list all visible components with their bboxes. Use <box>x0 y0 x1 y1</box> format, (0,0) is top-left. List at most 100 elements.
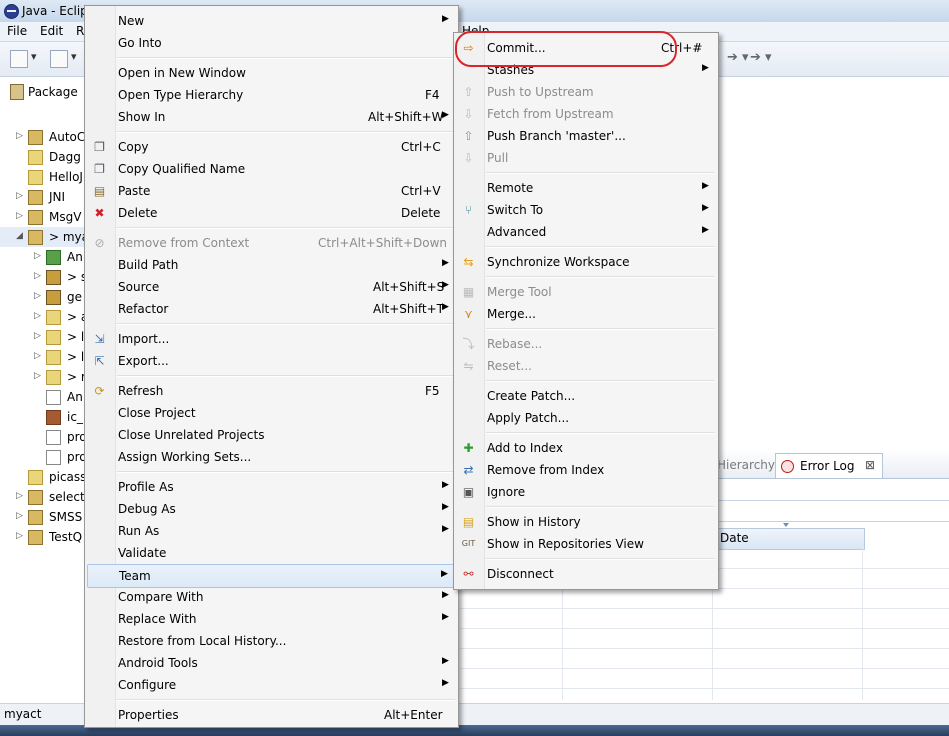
tree-row[interactable]: ▷ > a <box>0 307 88 327</box>
menu-item-add-to-index[interactable]: ✚ Add to Index <box>456 437 716 459</box>
menu-item-merge[interactable]: ⋎ Merge... <box>456 303 716 325</box>
package-explorer-icon <box>10 84 24 100</box>
remove-context-icon: ⊘ <box>94 236 105 250</box>
menu-item-create-patch[interactable]: Create Patch... <box>456 385 716 407</box>
tree-row[interactable]: ▷ > s <box>0 267 87 287</box>
tree-row[interactable]: ic_ <box>0 407 86 427</box>
menu-item-open-in-new-window[interactable]: Open in New Window <box>87 62 456 84</box>
menu-item-merge-tool[interactable]: ▦ Merge Tool <box>456 281 716 303</box>
tree-row[interactable]: ▷ select <box>0 487 86 507</box>
grid-line <box>460 648 949 649</box>
tree-row[interactable]: picass <box>0 467 86 487</box>
menu-item-android-tools[interactable]: Android Tools ▶ <box>87 652 456 674</box>
tree-row[interactable]: ▷ TestQ <box>0 527 86 547</box>
tree-row[interactable]: ▷ > r <box>0 367 86 387</box>
menu-item-reset[interactable]: ⇋ Reset... <box>456 355 716 377</box>
menu-item-show-in-repositories-view[interactable]: GIT Show in Repositories View <box>456 533 716 555</box>
menu-item-profile-as[interactable]: Profile As ▶ <box>87 476 456 498</box>
menu-item-show-in-history[interactable]: ▤ Show in History <box>456 511 716 533</box>
menu-edit[interactable]: Edit <box>40 24 63 38</box>
tree-row[interactable]: ▷ SMSS <box>0 507 86 527</box>
menu-item-configure[interactable]: Configure ▶ <box>87 674 456 696</box>
menu-item-import[interactable]: ⇲ Import... <box>87 328 456 350</box>
switch-branch-icon: ⑂ <box>464 203 473 217</box>
merge-icon: ⋎ <box>464 307 473 321</box>
menu-file[interactable]: File <box>7 24 27 38</box>
copy-qualified-icon: ❐ <box>94 162 105 176</box>
tree-row[interactable]: ▷ An <box>0 247 86 267</box>
tree-row[interactable]: ▷ AutoC <box>0 127 86 147</box>
team-submenu: ⇨ Commit... Ctrl+# Stashes ▶ ⇧ Push to Upstr… <box>453 32 719 590</box>
tree-row[interactable]: ▷ > l <box>0 347 86 367</box>
menu-item-restore-local-history[interactable]: Restore from Local History... <box>87 630 456 652</box>
tree-row[interactable]: HelloJ <box>0 167 86 187</box>
menu-item-copy-qualified-name[interactable]: ❐ Copy Qualified Name <box>87 158 456 180</box>
menu-item-synchronize-workspace[interactable]: ⇆ Synchronize Workspace <box>456 251 716 273</box>
context-menu: New ▶ Go Into Open in New Window Open Typ… <box>84 5 459 728</box>
menu-item-compare-with[interactable]: Compare With ▶ <box>87 586 456 608</box>
menu-item-push-to-upstream[interactable]: ⇧ Push to Upstream <box>456 81 716 103</box>
tree-row[interactable]: ▷ MsgV <box>0 207 86 227</box>
menu-item-debug-as[interactable]: Debug As ▶ <box>87 498 456 520</box>
forward-arrow-icon[interactable]: ➔ ▾ <box>727 50 749 65</box>
menu-item-assign-working-sets[interactable]: Assign Working Sets... <box>87 446 456 468</box>
menu-item-remote[interactable]: Remote ▶ <box>456 177 716 199</box>
menu-item-team[interactable]: Team ▶ <box>87 564 456 588</box>
menu-item-ignore[interactable]: ▣ Ignore <box>456 481 716 503</box>
menu-item-close-unrelated-projects[interactable]: Close Unrelated Projects <box>87 424 456 446</box>
menu-item-open-type-hierarchy[interactable]: Open Type Hierarchy F4 <box>87 84 456 106</box>
grid-line <box>460 668 949 669</box>
menu-item-refresh[interactable]: ⟳ Refresh F5 <box>87 380 456 402</box>
menu-item-apply-patch[interactable]: Apply Patch... <box>456 407 716 429</box>
remove-index-icon: ⇄ <box>463 463 474 477</box>
menu-item-delete[interactable]: ✖ Delete Delete <box>87 202 456 224</box>
menu-item-remove-from-context[interactable]: ⊘ Remove from Context Ctrl+Alt+Shift+Down <box>87 232 456 254</box>
menu-item-replace-with[interactable]: Replace With ▶ <box>87 608 456 630</box>
menu-item-properties[interactable]: Properties Alt+Enter <box>87 704 456 726</box>
menu-item-remove-from-index[interactable]: ⇄ Remove from Index <box>456 459 716 481</box>
tab-hierarchy[interactable]: Hierarchy <box>717 458 775 472</box>
menu-item-rebase[interactable]: ⤵ Rebase... <box>456 333 716 355</box>
tree-row[interactable]: ▷ > l <box>0 327 86 347</box>
menu-item-validate[interactable]: Validate <box>87 542 456 564</box>
tree-row[interactable]: pro <box>0 427 87 447</box>
tree-row[interactable]: An <box>0 387 86 407</box>
menu-item-copy[interactable]: ❐ Copy Ctrl+C <box>87 136 456 158</box>
menu-item-build-path[interactable]: Build Path ▶ <box>87 254 456 276</box>
menu-item-refactor[interactable]: Refactor Alt+Shift+T ▶ <box>87 298 456 320</box>
tree-row-selected[interactable]: ◢ > myac <box>0 227 96 247</box>
grid-line <box>717 568 949 569</box>
menu-item-pull[interactable]: ⇩ Pull <box>456 147 716 169</box>
rebase-icon: ⤵ <box>462 337 475 351</box>
menu-item-run-as[interactable]: Run As ▶ <box>87 520 456 542</box>
menu-item-new[interactable]: New ▶ <box>87 10 456 32</box>
close-icon[interactable]: ⊠ <box>865 458 875 472</box>
menu-item-disconnect[interactable]: ⚯ Disconnect <box>456 563 716 585</box>
git-repository-icon: GIT <box>461 539 476 548</box>
menu-item-export[interactable]: ⇱ Export... <box>87 350 456 372</box>
menu-item-close-project[interactable]: Close Project <box>87 402 456 424</box>
menu-item-fetch-from-upstream[interactable]: ⇩ Fetch from Upstream <box>456 103 716 125</box>
menu-item-switch-to[interactable]: ⑂ Switch To ▶ <box>456 199 716 221</box>
menu-item-push-branch[interactable]: ⇧ Push Branch 'master'... <box>456 125 716 147</box>
menu-item-paste[interactable]: ▤ Paste Ctrl+V <box>87 180 456 202</box>
tree-row[interactable]: pro <box>0 447 87 467</box>
menu-item-advanced[interactable]: Advanced ▶ <box>456 221 716 243</box>
column-header-date[interactable]: Date <box>713 528 865 550</box>
menu-item-source[interactable]: Source Alt+Shift+S ▶ <box>87 276 456 298</box>
tree-row[interactable]: Dagg <box>0 147 86 167</box>
package-explorer-tab[interactable]: Package <box>0 77 86 107</box>
grid-line <box>460 608 949 609</box>
synchronize-icon: ⇆ <box>463 255 474 269</box>
import-icon: ⇲ <box>94 332 105 346</box>
view-tabs: Hierarchy Error Log ⊠ <box>717 452 949 479</box>
menu-item-go-into[interactable]: Go Into <box>87 32 456 54</box>
menu-item-show-in[interactable]: Show In Alt+Shift+W ▶ <box>87 106 456 128</box>
tree-row[interactable]: ▷ JNI <box>0 187 86 207</box>
tree-row[interactable]: ▷ ge <box>0 287 86 307</box>
tab-error-log[interactable]: Error Log ⊠ <box>775 453 883 478</box>
new-wizard-icon[interactable] <box>10 50 37 68</box>
new-package-icon[interactable] <box>50 50 77 68</box>
forward-dropdown-icon[interactable]: ➔ ▾ <box>750 50 772 65</box>
annotation-circle <box>455 31 677 67</box>
